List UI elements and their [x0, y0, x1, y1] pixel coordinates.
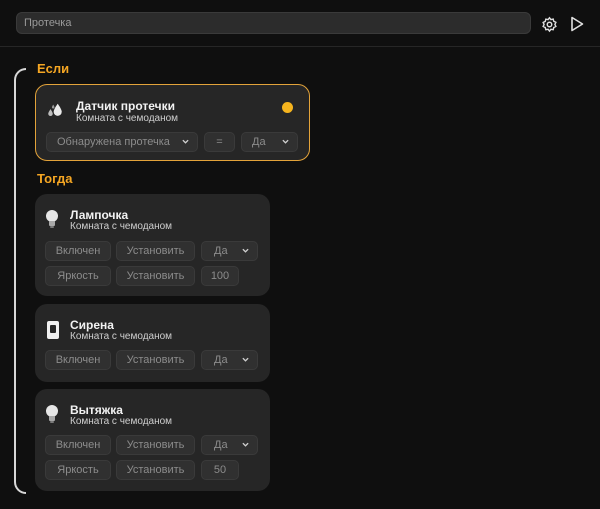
action-value-input[interactable]: 100	[201, 266, 239, 286]
action-value-select[interactable]: Да	[201, 350, 258, 370]
condition-room: Комната с чемоданом	[76, 113, 179, 124]
action-verb-chip[interactable]: Установить	[116, 350, 195, 370]
search-input[interactable]: Протечка	[16, 12, 531, 34]
section-if-label: Если	[37, 61, 70, 76]
action-param-chip[interactable]: Яркость	[45, 460, 111, 480]
action-verb-chip[interactable]: Установить	[116, 460, 195, 480]
chevron-down-icon	[242, 442, 249, 447]
scenario-bracket	[14, 68, 26, 494]
chevron-down-icon	[182, 139, 189, 144]
action-card-siren[interactable]: Сирена Комната с чемоданом Включен Устан…	[35, 304, 270, 382]
condition-parameter-select[interactable]: Обнаружена протечка	[46, 132, 198, 152]
condition-card[interactable]: Датчик протечки Комната с чемоданом Обна…	[35, 84, 310, 161]
condition-device-name: Датчик протечки	[76, 99, 175, 113]
action-verb-chip[interactable]: Установить	[116, 266, 195, 286]
bulb-icon	[43, 404, 61, 424]
action-value-select[interactable]: Да	[201, 241, 258, 261]
action-device-name: Вытяжка	[70, 403, 123, 417]
chevron-down-icon	[242, 357, 249, 362]
condition-value-select[interactable]: Да	[241, 132, 298, 152]
action-room: Комната с чемоданом	[70, 416, 173, 427]
action-param-chip[interactable]: Яркость	[45, 266, 111, 286]
chevron-down-icon	[282, 139, 289, 144]
water-drops-icon	[46, 100, 64, 120]
top-bar: Протечка	[0, 0, 600, 47]
action-value-input[interactable]: 50	[201, 460, 239, 480]
action-card-lamp[interactable]: Лампочка Комната с чемоданом Включен Уст…	[35, 194, 270, 296]
condition-operator[interactable]: =	[204, 132, 235, 152]
action-device-name: Лампочка	[70, 208, 129, 222]
action-param-chip[interactable]: Включен	[45, 350, 111, 370]
action-param-chip[interactable]: Включен	[45, 241, 111, 261]
action-room: Комната с чемоданом	[70, 221, 173, 232]
action-verb-chip[interactable]: Установить	[116, 241, 195, 261]
settings-gear-icon[interactable]	[539, 14, 559, 34]
action-room: Комната с чемоданом	[70, 331, 173, 342]
action-device-name: Сирена	[70, 318, 114, 332]
status-dot	[282, 102, 293, 113]
bulb-icon	[43, 209, 61, 229]
section-then-label: Тогда	[37, 171, 73, 186]
action-value-select[interactable]: Да	[201, 435, 258, 455]
action-verb-chip[interactable]: Установить	[116, 435, 195, 455]
action-param-chip[interactable]: Включен	[45, 435, 111, 455]
action-card-hood[interactable]: Вытяжка Комната с чемоданом Включен Уста…	[35, 389, 270, 491]
run-play-icon[interactable]	[567, 14, 587, 34]
chevron-down-icon	[242, 248, 249, 253]
siren-icon	[44, 320, 62, 340]
